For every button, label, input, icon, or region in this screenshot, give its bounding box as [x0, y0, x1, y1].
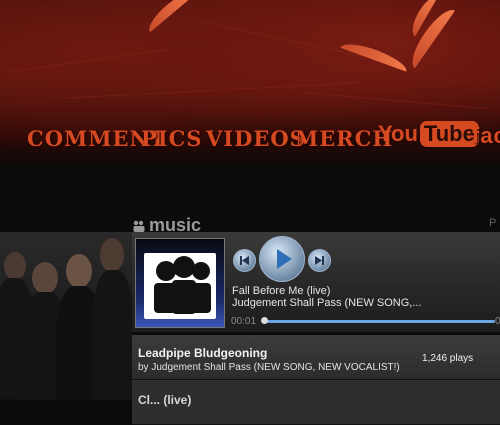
- music-logo-icon: [133, 220, 145, 232]
- nav-facebook-link[interactable]: fac: [472, 123, 500, 149]
- nav-pics-link[interactable]: PICS: [141, 126, 203, 151]
- progress-handle[interactable]: [261, 317, 268, 324]
- previous-button[interactable]: [233, 249, 256, 272]
- claw-mark: [143, 0, 197, 33]
- play-button[interactable]: [259, 236, 305, 282]
- nav-videos-link[interactable]: VIDEOS: [206, 126, 306, 151]
- youtube-you-text: You: [378, 121, 418, 146]
- band-photo: [0, 232, 132, 400]
- now-playing-artist: Judgement Shall Pass (NEW SONG,...: [232, 297, 422, 309]
- progress-bar[interactable]: [264, 320, 495, 323]
- song-artist: by Judgement Shall Pass (NEW SONG, NEW V…: [138, 362, 400, 373]
- myspace-people-icon: [144, 253, 216, 319]
- play-icon: [277, 249, 292, 269]
- youtube-tube-text: Tube: [419, 121, 479, 147]
- next-button[interactable]: [308, 249, 331, 272]
- playlist-item[interactable]: Leadpipe Bludgeoning by Judgement Shall …: [132, 335, 500, 380]
- claw-mark: [340, 38, 410, 72]
- page-label: P: [489, 217, 497, 229]
- previous-icon: [240, 256, 249, 265]
- album-art: [135, 238, 225, 328]
- music-player: Fall Before Me (live) Judgement Shall Pa…: [132, 232, 500, 332]
- next-icon: [315, 256, 324, 265]
- nav-youtube-link[interactable]: You Tube: [378, 121, 479, 147]
- main-nav: COMMENT PICS VIDEOS MERCH You Tube fac: [0, 118, 500, 158]
- song-title: Cl... (live): [138, 393, 192, 407]
- band-banner: COMMENT PICS VIDEOS MERCH You Tube fac: [0, 0, 500, 170]
- song-title: Leadpipe Bludgeoning: [138, 346, 268, 360]
- duration-time: 0: [495, 316, 500, 327]
- current-time: 00:01: [231, 316, 257, 327]
- song-play-count: 1,246 plays: [422, 353, 474, 364]
- playlist-item[interactable]: Cl... (live): [132, 380, 500, 425]
- claw-mark: [405, 3, 455, 69]
- now-playing-title: Fall Before Me (live): [232, 285, 331, 297]
